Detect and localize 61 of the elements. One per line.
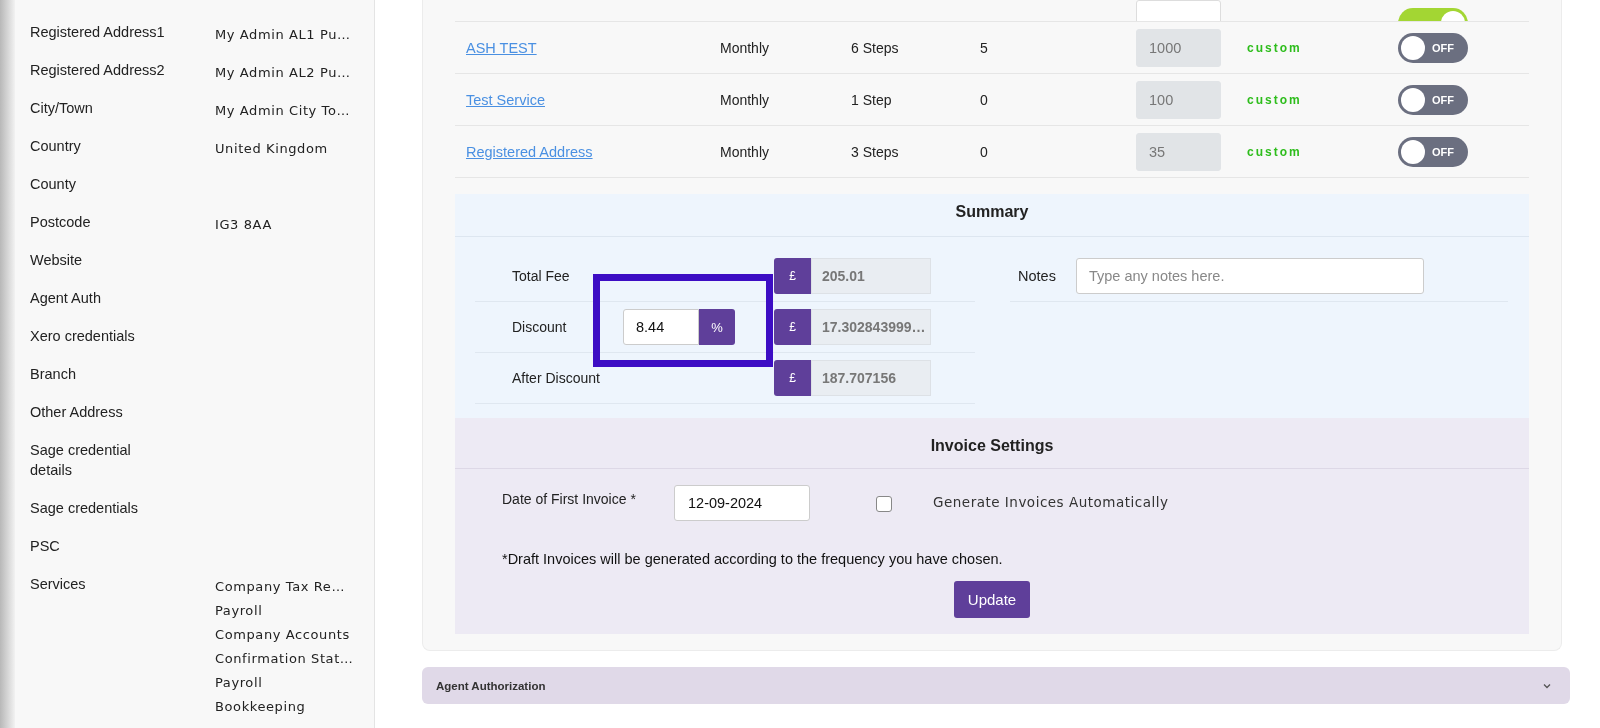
section-title: Summary xyxy=(455,194,1529,237)
field-label: Website xyxy=(30,251,84,270)
amount-field: 205.01 xyxy=(811,258,931,294)
discount-field[interactable]: 8.44 xyxy=(623,309,699,345)
amount-field: 187.707156 xyxy=(811,360,931,396)
field-label: Registered Address1 xyxy=(30,23,165,42)
field-label: Date of First Invoice * xyxy=(502,490,637,507)
field-label: City/Town xyxy=(30,99,94,118)
field-label: Branch xyxy=(30,365,77,384)
field-label: Discount xyxy=(512,319,568,335)
field-label: Postcode xyxy=(30,213,92,232)
field-value: Company Accounts xyxy=(215,626,351,644)
field-value: Company Tax Re… xyxy=(215,578,346,596)
accordion-title: Agent Authorization xyxy=(436,679,546,692)
field-value: My Admin City To… xyxy=(215,102,352,120)
type-label: custom xyxy=(1247,92,1303,107)
field-label: Other Address xyxy=(30,403,124,422)
field-label: Sage credentials xyxy=(30,499,139,518)
field-label: Services xyxy=(30,575,87,594)
type-label: custom xyxy=(1247,144,1303,159)
field-value: Payroll xyxy=(215,602,264,620)
type-label: custom xyxy=(1247,40,1303,55)
percent-addon: % xyxy=(699,309,735,345)
field-value: IG3 8AA xyxy=(215,216,273,234)
field-label: Sage credential details xyxy=(30,441,132,480)
frequency-text: Monthly xyxy=(720,39,771,56)
notes-field[interactable]: Type any notes here. xyxy=(1076,258,1424,294)
accordion-header[interactable]: Agent Authorization xyxy=(422,667,1570,704)
currency-addon: £ xyxy=(774,309,811,345)
count-text: 0 xyxy=(980,91,989,108)
info-text: *Draft Invoices will be generated according to the frequency you have chosen. xyxy=(501,550,1004,567)
field-value: Confirmation Stat… xyxy=(215,650,355,668)
frequency-text: Monthly xyxy=(720,143,771,160)
field-label: County xyxy=(30,175,77,194)
field-label: After Discount xyxy=(512,370,601,386)
field-value: Bookkeeping xyxy=(215,698,307,716)
field-label: Xero credentials xyxy=(30,327,136,346)
frequency-text: Monthly xyxy=(720,91,771,108)
field-label: Total Fee xyxy=(512,268,571,284)
field-label: Agent Auth xyxy=(30,289,102,308)
date-field[interactable]: 12-09-2024 xyxy=(674,485,810,521)
field-value: My Admin AL1 Pu… xyxy=(215,26,352,44)
checkbox[interactable] xyxy=(876,496,892,512)
currency-addon: £ xyxy=(774,258,811,294)
field-value: Payroll xyxy=(215,674,264,692)
field-label: Country xyxy=(30,137,82,156)
count-text: 0 xyxy=(980,143,989,160)
field-value: United Kingdom xyxy=(215,140,329,158)
count-text: 5 xyxy=(980,39,989,56)
field-label: Notes xyxy=(1018,268,1057,284)
steps-text: 3 Steps xyxy=(851,143,900,160)
currency-addon: £ xyxy=(774,360,811,396)
section-title: Invoice Settings xyxy=(455,418,1529,469)
steps-text: 1 Step xyxy=(851,91,893,108)
field-value: My Admin AL2 Pu… xyxy=(215,64,352,82)
amount-field: 17.302843999… xyxy=(811,309,931,345)
field-label: PSC xyxy=(30,537,61,556)
steps-text: 6 Steps xyxy=(851,39,900,56)
checkbox-label: Generate Invoices Automatically xyxy=(933,494,1169,510)
update-button[interactable]: Update xyxy=(953,581,1031,618)
field-label: Registered Address2 xyxy=(30,61,165,80)
